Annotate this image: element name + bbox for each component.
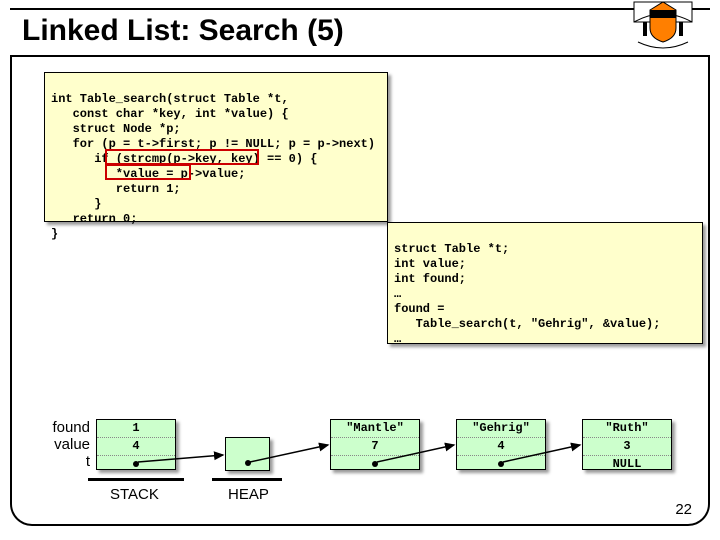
node-next	[457, 456, 545, 473]
pointer-dot-icon	[498, 461, 504, 467]
heap-label: HEAP	[228, 486, 269, 503]
stack-cell-t	[97, 456, 175, 473]
stack-baseline	[88, 478, 184, 481]
label-found: found	[34, 419, 90, 436]
slide-title: Linked List: Search (5)	[22, 14, 344, 48]
node-key: "Gehrig"	[457, 420, 545, 438]
pointer-dot-icon	[372, 461, 378, 467]
node-mantle: "Mantle" 7	[330, 419, 420, 470]
stack-cell-value: 4	[97, 438, 175, 456]
highlight-box-1	[105, 149, 259, 165]
code-line: struct Node *p;	[51, 122, 181, 136]
code-caller: struct Table *t; int value; int found; ……	[387, 222, 703, 344]
pointer-dot-icon	[133, 461, 139, 467]
code-line: found =	[394, 302, 444, 316]
node-gehrig: "Gehrig" 4	[456, 419, 546, 470]
table-ptr-cell	[226, 455, 269, 472]
heap-table-struct	[225, 437, 270, 471]
node-next: NULL	[583, 456, 671, 473]
node-ruth: "Ruth" 3 NULL	[582, 419, 672, 470]
code-line: Table_search(t, "Gehrig", &value);	[394, 317, 660, 331]
label-value: value	[34, 436, 90, 453]
slide: Linked List: Search (5) int Table_search…	[0, 0, 720, 540]
page-number: 22	[675, 501, 692, 518]
label-t: t	[34, 453, 90, 470]
code-line: struct Table *t;	[394, 242, 509, 256]
princeton-crest-icon	[628, 0, 698, 52]
code-line: return 0;	[51, 212, 137, 226]
code-line: int found;	[394, 272, 466, 286]
stack-label: STACK	[110, 486, 159, 503]
node-key: "Mantle"	[331, 420, 419, 438]
stack-cell-found: 1	[97, 420, 175, 438]
node-val: 4	[457, 438, 545, 456]
code-line: }	[51, 227, 58, 241]
highlight-box-2	[105, 164, 191, 180]
node-val: 3	[583, 438, 671, 456]
code-line: return 1;	[51, 182, 181, 196]
code-line: const char *key, int *value) {	[51, 107, 289, 121]
stack-frame: 1 4	[96, 419, 176, 470]
pointer-dot-icon	[245, 460, 251, 466]
code-line: }	[51, 197, 101, 211]
title-rule-top	[10, 8, 710, 10]
node-val: 7	[331, 438, 419, 456]
stack-var-labels: found value t	[34, 419, 90, 470]
code-function: int Table_search(struct Table *t, const …	[44, 72, 388, 222]
node-next	[331, 456, 419, 473]
heap-baseline	[212, 478, 282, 481]
table-first-cell	[226, 438, 269, 455]
code-line: int value;	[394, 257, 466, 271]
code-line: int Table_search(struct Table *t,	[51, 92, 289, 106]
code-line: …	[394, 332, 401, 346]
code-line: …	[394, 287, 401, 301]
node-key: "Ruth"	[583, 420, 671, 438]
